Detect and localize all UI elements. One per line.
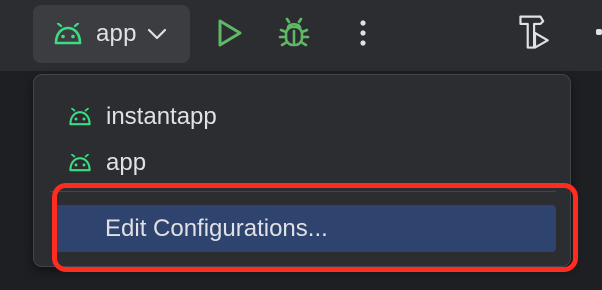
android-icon (69, 108, 91, 126)
android-icon (54, 23, 82, 45)
run-configuration-selector[interactable]: app (33, 5, 190, 63)
menu-item-label: app (106, 149, 147, 176)
run-button[interactable] (209, 13, 249, 53)
hammer-run-icon[interactable] (515, 13, 555, 53)
menu-item-app[interactable]: app (52, 141, 556, 185)
run-configuration-label: app (96, 20, 137, 47)
menu-item-label: Edit Configurations... (105, 214, 328, 242)
debug-button[interactable] (274, 13, 314, 53)
menu-item-label: instantapp (106, 103, 217, 130)
overflow-icon[interactable] (584, 13, 602, 53)
menu-item-instantapp[interactable]: instantapp (52, 95, 556, 139)
menu-item-edit-configurations[interactable]: Edit Configurations... (52, 205, 556, 252)
main-toolbar: app (0, 0, 602, 72)
menu-separator (50, 191, 556, 192)
android-icon (69, 154, 91, 172)
run-configuration-dropdown: instantapp app Edit Configurations... (33, 74, 571, 267)
chevron-down-icon (147, 28, 166, 40)
more-vertical-icon[interactable] (343, 13, 383, 53)
